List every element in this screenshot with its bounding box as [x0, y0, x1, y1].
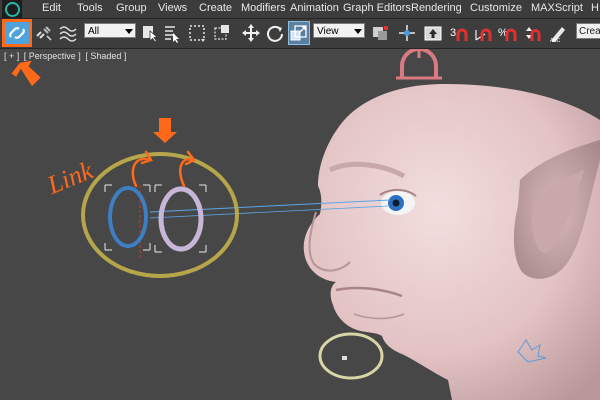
menu-modifiers[interactable]: Modifiers	[241, 2, 286, 14]
reference-coordinate-value: View	[317, 26, 339, 37]
svg-text:3: 3	[450, 27, 456, 39]
rectangular-selection-icon[interactable]	[186, 21, 208, 45]
bind-space-warp-icon[interactable]	[57, 21, 79, 45]
menu-edit[interactable]: Edit	[42, 2, 61, 14]
keyboard-shortcut-override-icon[interactable]	[422, 21, 444, 45]
character-head-mesh[interactable]	[303, 84, 600, 400]
select-and-scale-icon[interactable]	[288, 21, 310, 45]
menu-group[interactable]: Group	[116, 2, 147, 14]
menu-maxscript[interactable]: MAXScript	[531, 2, 583, 14]
select-and-link-button[interactable]	[2, 19, 32, 47]
menu-bar: Edit Tools Group Views Create Modifiers …	[0, 0, 600, 19]
reference-coordinate-dropdown[interactable]: View	[313, 23, 365, 38]
perspective-viewport[interactable]: [ + ] [ Perspective ] [ Shaded ] Link	[0, 49, 600, 400]
named-selection-set-field[interactable]: Crea	[576, 23, 600, 39]
menu-help[interactable]: H	[591, 2, 599, 14]
select-and-move-icon[interactable]	[240, 21, 262, 45]
angle-snap-icon[interactable]	[472, 21, 494, 45]
select-by-name-icon[interactable]	[161, 21, 183, 45]
head-top-control[interactable]	[396, 49, 442, 80]
snaps-toggle-icon[interactable]: 3	[448, 21, 470, 45]
chin-control-ring[interactable]	[318, 332, 384, 380]
up-arrow-annotation	[11, 60, 41, 87]
selection-filter-dropdown[interactable]: All	[84, 23, 136, 38]
window-crossing-icon[interactable]	[211, 21, 233, 45]
menu-animation[interactable]: Animation	[290, 2, 339, 14]
viewport-scene: Link	[11, 49, 600, 400]
select-and-manipulate-icon[interactable]	[396, 21, 418, 45]
menu-graph-editors[interactable]: Graph Editors	[343, 2, 411, 14]
application-logo-icon[interactable]	[2, 0, 22, 18]
selection-filter-value: All	[88, 26, 100, 37]
select-and-link-icon	[9, 27, 25, 39]
main-toolbar: All View 3 % ABC Crea	[0, 19, 600, 49]
spinner-snap-icon[interactable]	[521, 21, 543, 45]
select-object-icon[interactable]	[139, 21, 161, 45]
down-arrow-annotation	[153, 118, 177, 143]
menu-create[interactable]: Create	[199, 2, 232, 14]
svg-text:ABC: ABC	[550, 38, 561, 43]
edit-named-selections-icon[interactable]: ABC	[548, 21, 570, 45]
menu-views[interactable]: Views	[158, 2, 187, 14]
select-and-rotate-icon[interactable]	[264, 21, 286, 45]
menu-customize[interactable]: Customize	[470, 2, 522, 14]
unlink-icon[interactable]	[33, 21, 55, 45]
right-eye-target[interactable]	[158, 186, 204, 252]
left-eye-target[interactable]	[108, 186, 148, 248]
use-pivot-center-icon[interactable]	[369, 21, 391, 45]
percent-snap-icon[interactable]: %	[497, 21, 519, 45]
menu-rendering[interactable]: Rendering	[411, 2, 462, 14]
menu-tools[interactable]: Tools	[77, 2, 103, 14]
